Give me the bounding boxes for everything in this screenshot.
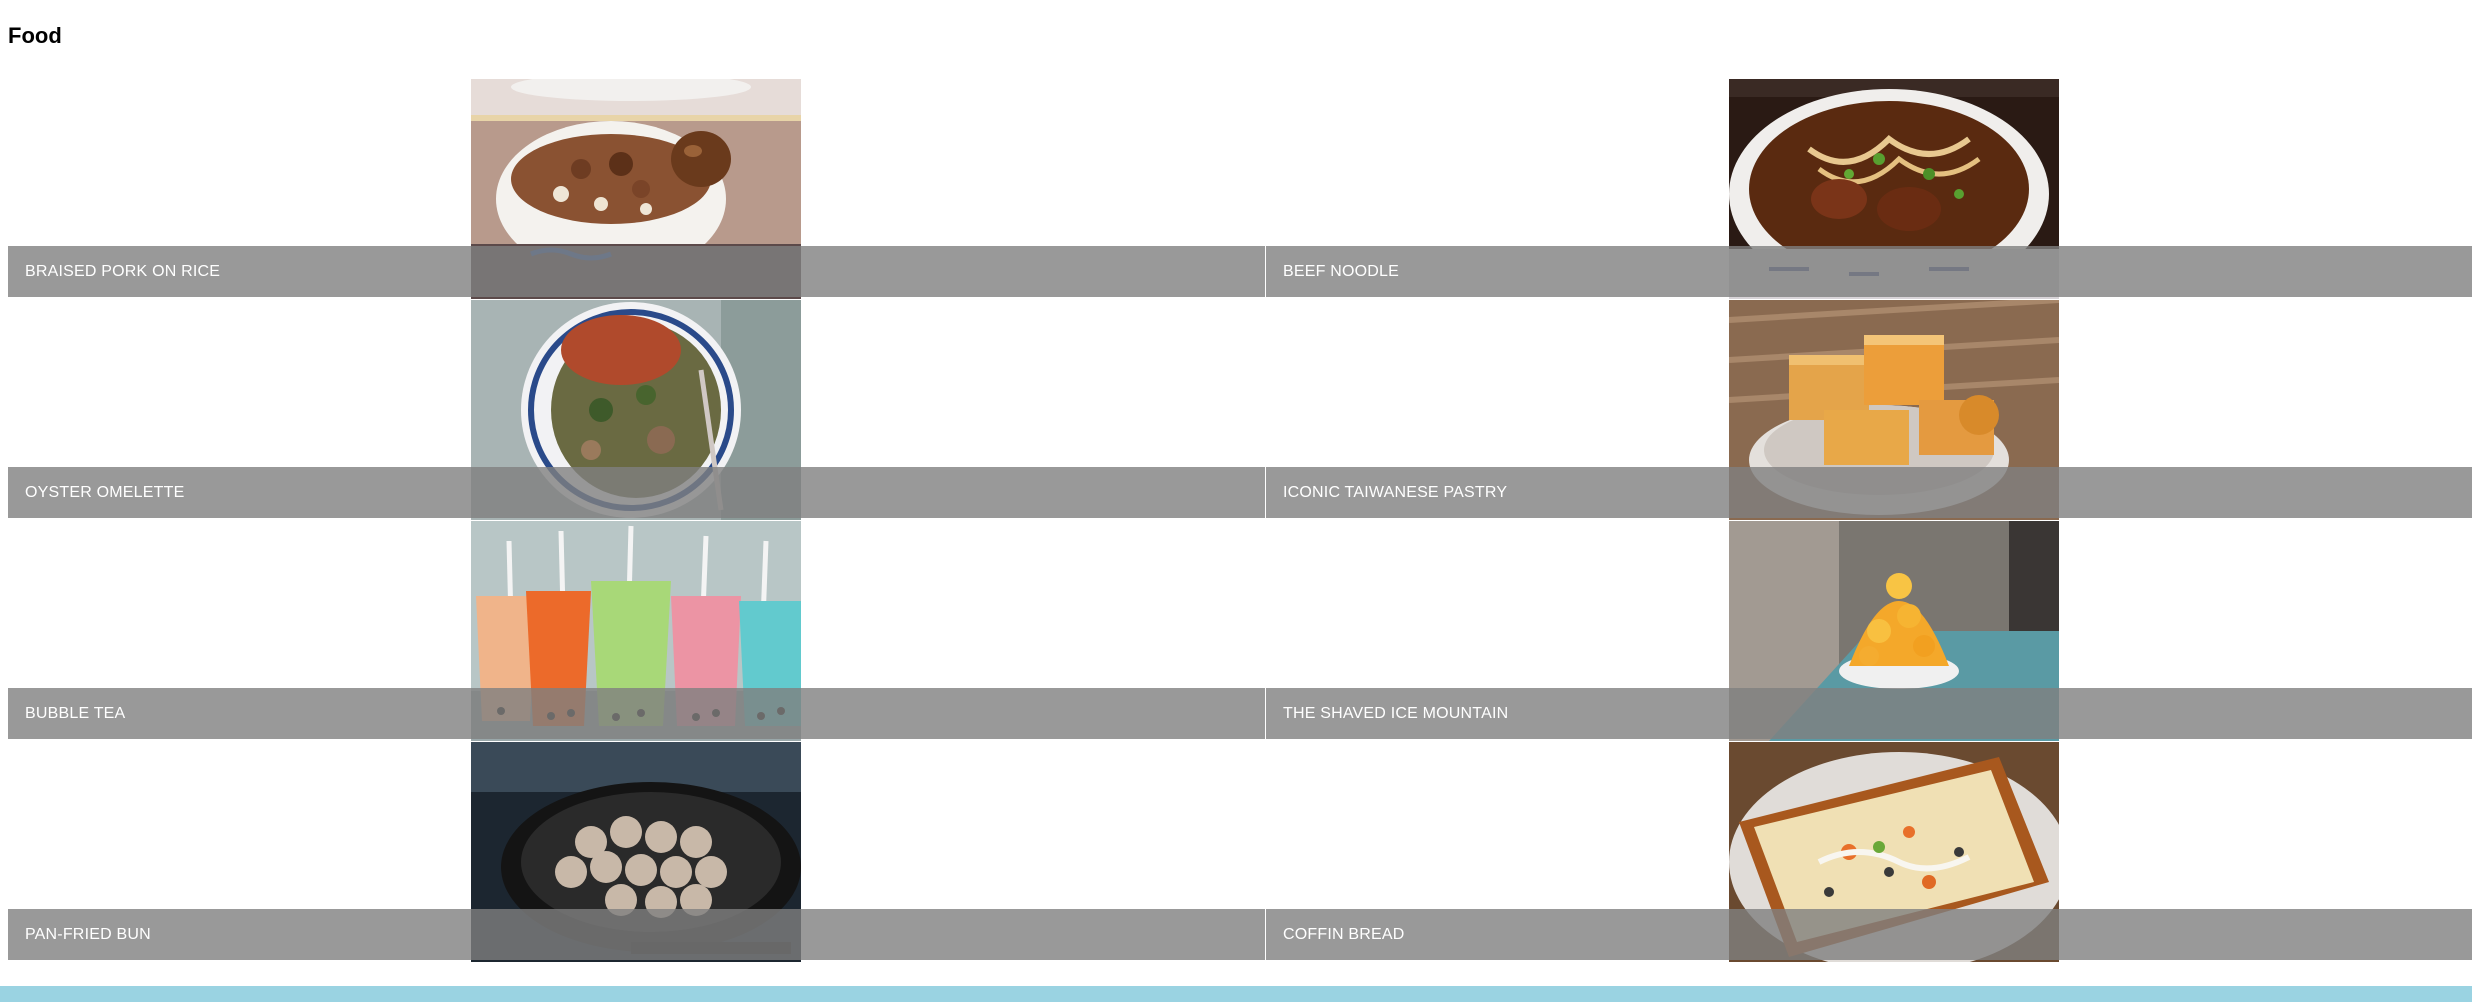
food-label: BEEF NOODLE	[1283, 263, 1400, 280]
footer-band	[0, 986, 2472, 1002]
food-tile-braised-pork-on-rice[interactable]: BRAISED PORK ON RICE	[8, 79, 1265, 299]
food-tile-beef-noodle[interactable]: BEEF NOODLE	[1266, 79, 2472, 299]
food-label: PAN-FRIED BUN	[25, 926, 151, 943]
caption-bar: BRAISED PORK ON RICE	[8, 246, 1265, 297]
caption-bar: COFFIN BREAD	[1266, 909, 2472, 960]
caption-bar: PAN-FRIED BUN	[8, 909, 1265, 960]
food-tile-coffin-bread[interactable]: COFFIN BREAD	[1266, 742, 2472, 962]
food-label: THE SHAVED ICE MOUNTAIN	[1283, 705, 1509, 722]
food-label: BUBBLE TEA	[25, 705, 126, 722]
food-label: OYSTER OMELETTE	[25, 484, 185, 501]
food-label: COFFIN BREAD	[1283, 926, 1405, 943]
food-tile-oyster-omelette[interactable]: OYSTER OMELETTE	[8, 300, 1265, 520]
food-label: ICONIC TAIWANESE PASTRY	[1283, 484, 1508, 501]
caption-bar: OYSTER OMELETTE	[8, 467, 1265, 518]
caption-bar: THE SHAVED ICE MOUNTAIN	[1266, 688, 2472, 739]
food-tile-iconic-taiwanese-pastry[interactable]: ICONIC TAIWANESE PASTRY	[1266, 300, 2472, 520]
food-tile-the-shaved-ice-mountain[interactable]: THE SHAVED ICE MOUNTAIN	[1266, 521, 2472, 741]
caption-bar: ICONIC TAIWANESE PASTRY	[1266, 467, 2472, 518]
food-tile-pan-fried-bun[interactable]: PAN-FRIED BUN	[8, 742, 1265, 962]
caption-bar: BUBBLE TEA	[8, 688, 1265, 739]
caption-bar: BEEF NOODLE	[1266, 246, 2472, 297]
food-label: BRAISED PORK ON RICE	[25, 263, 221, 280]
page-title: Food	[8, 23, 62, 48]
food-tile-bubble-tea[interactable]: BUBBLE TEA	[8, 521, 1265, 741]
